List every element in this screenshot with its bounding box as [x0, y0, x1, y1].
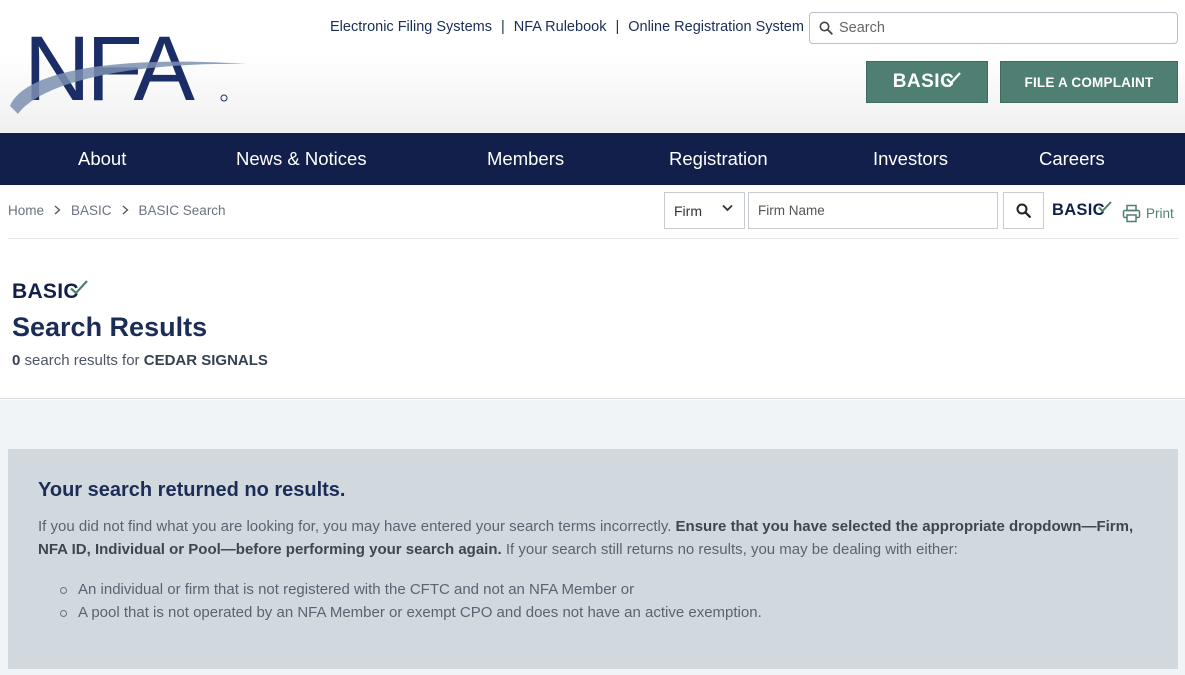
message-part2: If your search still returns no results,…: [501, 541, 958, 558]
content-top: Home BASIC BASIC Search Firm BASIC: [0, 185, 1185, 400]
check-icon: [946, 72, 962, 85]
no-results-message: If you did not find what you are looking…: [38, 515, 1150, 561]
file-complaint-button[interactable]: FILE A COMPLAINT: [1000, 61, 1178, 103]
results-count: 0 search results for CEDAR SIGNALS: [12, 352, 268, 369]
site-search-box: [809, 12, 1178, 44]
electronic-filing-link[interactable]: Electronic Filing Systems: [330, 19, 492, 35]
main-nav: About News & Notices Members Registratio…: [0, 133, 1185, 185]
breadcrumb: Home BASIC BASIC Search: [8, 203, 226, 218]
breadcrumb-home[interactable]: Home: [8, 203, 44, 218]
firm-name-input[interactable]: [748, 192, 998, 229]
chevron-down-icon: [722, 204, 733, 212]
search-type-select[interactable]: Firm: [664, 192, 745, 229]
search-icon: [819, 21, 833, 35]
no-results-heading: Your search returned no results.: [38, 479, 346, 501]
basic-search-button[interactable]: [1003, 192, 1044, 229]
divider: [8, 238, 1178, 239]
basic-logo: BASIC: [12, 279, 88, 304]
site-search-input[interactable]: [839, 20, 1177, 36]
list-item: A pool that is not operated by an NFA Me…: [60, 602, 762, 625]
link-separator: |: [615, 19, 620, 35]
result-count-text: search results for: [20, 352, 144, 369]
divider: [0, 398, 1185, 399]
no-results-panel: Your search returned no results. If you …: [8, 449, 1178, 669]
breadcrumb-current: BASIC Search: [138, 203, 226, 218]
search-icon: [1016, 203, 1031, 218]
search-query: CEDAR SIGNALS: [143, 352, 268, 369]
basic-mini-logo[interactable]: BASIC: [1052, 201, 1112, 220]
page-title: Search Results: [12, 312, 208, 342]
check-icon: [70, 279, 88, 295]
nav-about[interactable]: About: [78, 133, 126, 185]
print-link[interactable]: Print: [1122, 204, 1174, 223]
nav-news-notices[interactable]: News & Notices: [236, 133, 367, 185]
nfa-rulebook-link[interactable]: NFA Rulebook: [514, 19, 607, 35]
message-part1: If you did not find what you are looking…: [38, 518, 676, 535]
no-results-list: An individual or firm that is not regist…: [60, 579, 762, 624]
nav-members[interactable]: Members: [487, 133, 564, 185]
site-header: NFA Electronic Filing Systems | NFA Rulebo…: [0, 0, 1185, 133]
nav-registration[interactable]: Registration: [669, 133, 768, 185]
nav-investors[interactable]: Investors: [873, 133, 948, 185]
check-icon: [1098, 201, 1112, 213]
search-type-value: Firm: [674, 202, 702, 219]
chevron-right-icon: [122, 203, 129, 218]
online-registration-link[interactable]: Online Registration System: [628, 19, 804, 35]
basic-button[interactable]: BASIC: [866, 61, 988, 103]
link-separator: |: [500, 19, 505, 35]
printer-icon: [1122, 204, 1141, 223]
chevron-right-icon: [54, 203, 61, 218]
nfa-logo[interactable]: NFA: [6, 18, 251, 118]
breadcrumb-basic[interactable]: BASIC: [71, 203, 112, 218]
print-label: Print: [1146, 206, 1174, 221]
list-item: An individual or firm that is not regist…: [60, 579, 762, 602]
nav-careers[interactable]: Careers: [1039, 133, 1105, 185]
utility-links: Electronic Filing Systems | NFA Rulebook | O…: [330, 19, 804, 35]
